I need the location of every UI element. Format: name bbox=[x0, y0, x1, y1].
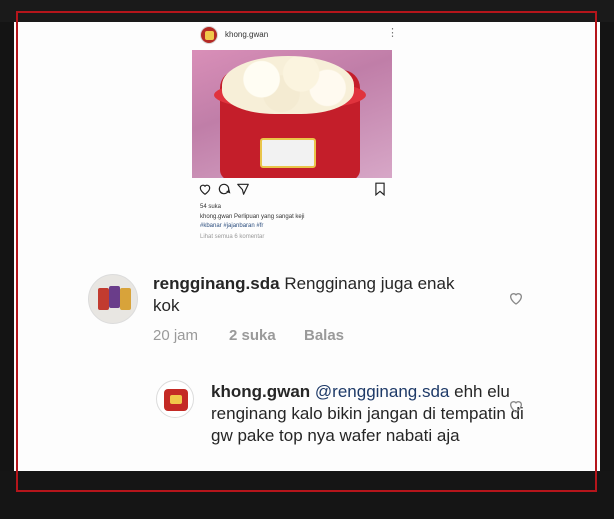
bottom-dark-bar bbox=[0, 471, 614, 519]
share-icon[interactable] bbox=[236, 182, 250, 196]
reply-button[interactable]: Balas bbox=[304, 327, 344, 344]
reply-avatar[interactable] bbox=[156, 380, 194, 418]
bookmark-icon[interactable] bbox=[374, 182, 386, 196]
reply-username[interactable]: khong.gwan bbox=[211, 382, 310, 401]
post-header: khong.gwan ⋮ bbox=[192, 22, 412, 49]
reply-text: khong.gwan @rengginang.sda ehh elu rengi… bbox=[211, 381, 531, 447]
post-actions bbox=[198, 182, 394, 198]
comment-likes[interactable]: 2 suka bbox=[229, 327, 276, 344]
more-options-icon[interactable]: ⋮ bbox=[387, 26, 398, 39]
comment-icon[interactable] bbox=[217, 182, 231, 196]
heart-icon[interactable] bbox=[198, 182, 212, 196]
commenter-avatar[interactable] bbox=[88, 274, 138, 324]
top-dark-bar bbox=[0, 0, 614, 22]
tin-label bbox=[260, 138, 316, 168]
comment-username[interactable]: rengginang.sda bbox=[153, 274, 280, 293]
post-likes[interactable]: 54 suka bbox=[200, 204, 221, 210]
post-hashtags[interactable]: #kbanar #jajanbaran #fr bbox=[200, 223, 263, 229]
screenshot-panel: khong.gwan ⋮ 54 suka khong.gwan Perlipua… bbox=[14, 22, 600, 471]
post-caption: khong.gwan Perlipuan yang sangat keji bbox=[200, 214, 305, 220]
post-avatar[interactable] bbox=[200, 26, 218, 44]
crackers bbox=[222, 56, 354, 114]
like-comment-icon[interactable] bbox=[508, 290, 524, 306]
like-reply-icon[interactable] bbox=[508, 398, 524, 414]
reply-mention[interactable]: @rengginang.sda bbox=[315, 382, 449, 401]
comment-time: 20 jam bbox=[153, 327, 199, 344]
embedded-post: khong.gwan ⋮ 54 suka khong.gwan Perlipua… bbox=[192, 22, 412, 252]
comment-text: rengginang.sda Rengginang juga enak kok bbox=[153, 273, 483, 317]
view-comments-link[interactable]: Lihat semua 6 komentar bbox=[200, 234, 264, 240]
post-username[interactable]: khong.gwan bbox=[225, 30, 268, 39]
post-photo[interactable] bbox=[192, 50, 392, 178]
